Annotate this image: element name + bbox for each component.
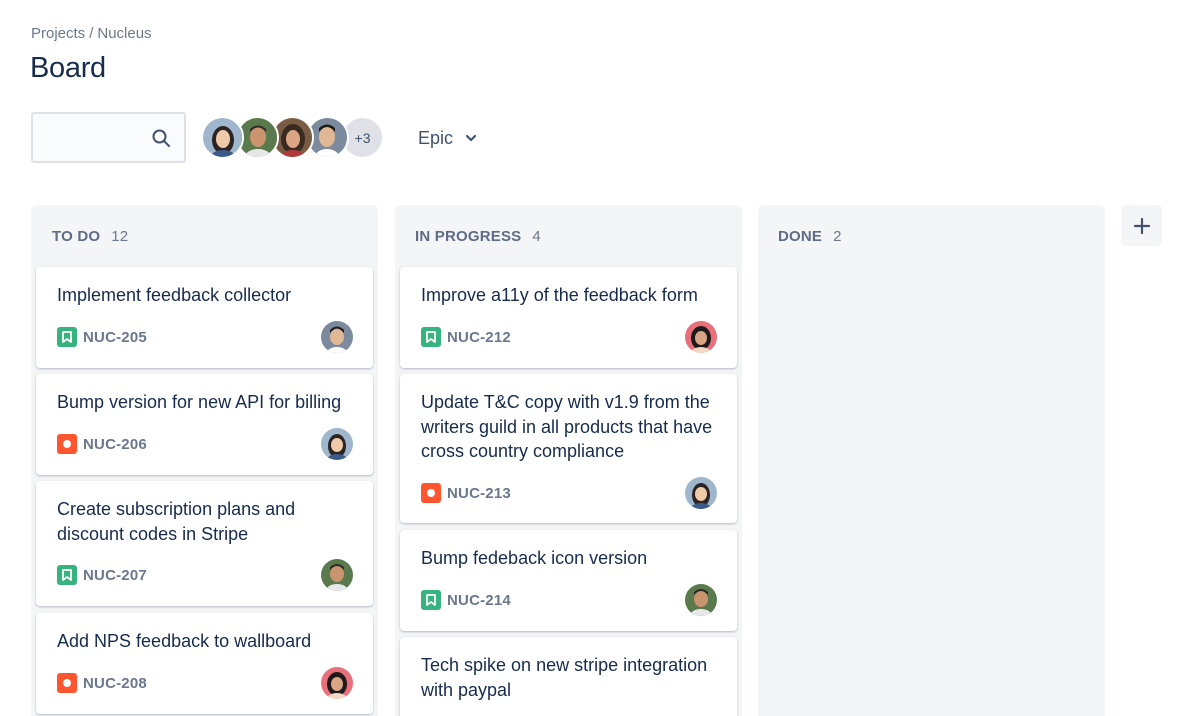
- epic-filter-dropdown[interactable]: Epic: [410, 120, 485, 156]
- card-assignee-avatar[interactable]: [685, 321, 717, 353]
- issue-key[interactable]: NUC-207: [83, 567, 147, 584]
- avatar-woman-icon: [685, 321, 717, 353]
- card-title: Bump version for new API for billing: [57, 392, 342, 412]
- avatar[interactable]: [201, 116, 244, 159]
- issue-key[interactable]: NUC-205: [83, 329, 147, 346]
- card-title: Improve a11y of the feedback form: [421, 285, 698, 305]
- card-assignee-avatar[interactable]: [685, 477, 717, 509]
- card-title: Create subscription plans and discount c…: [57, 499, 296, 544]
- card-meta: NUC-208: [57, 673, 147, 693]
- card-assignee-avatar[interactable]: [321, 667, 353, 699]
- issue-key[interactable]: NUC-208: [83, 675, 147, 692]
- card-assignee-avatar[interactable]: [321, 428, 353, 460]
- avatar-man-icon: [685, 584, 717, 616]
- card-title: Bump fedeback icon version: [421, 548, 648, 568]
- column-done: DONE 2: [758, 205, 1105, 716]
- issue-card[interactable]: Update T&C copy with v1.9 from the write…: [400, 374, 737, 523]
- column-header: DONE 2: [778, 228, 842, 245]
- column-header: IN PROGRESS 4: [415, 228, 541, 245]
- issue-card[interactable]: Implement feedback collector NUC-205: [36, 267, 373, 368]
- card-assignee-avatar[interactable]: [321, 559, 353, 591]
- page-title: Board: [30, 52, 106, 84]
- column-in-progress: IN PROGRESS 4 Improve a11y of the feedba…: [395, 205, 742, 716]
- breadcrumb-separator: /: [89, 25, 94, 42]
- search-box[interactable]: [31, 112, 186, 163]
- breadcrumb: Projects / Nucleus: [31, 25, 152, 42]
- issue-card[interactable]: Improve a11y of the feedback form NUC-21…: [400, 267, 737, 368]
- card-meta: NUC-207: [57, 565, 147, 585]
- search-input[interactable]: [41, 114, 151, 161]
- issue-card[interactable]: Tech spike on new stripe integration wit…: [400, 637, 737, 716]
- avatar-man-icon: [321, 321, 353, 353]
- card-meta: NUC-214: [421, 590, 511, 610]
- card-assignee-avatar[interactable]: [685, 584, 717, 616]
- plus-icon: [1133, 217, 1150, 234]
- card-title: Update T&C copy with v1.9 from the write…: [421, 392, 713, 461]
- story-icon: [421, 327, 441, 347]
- issue-card[interactable]: Create subscription plans and discount c…: [36, 481, 373, 606]
- avatar-woman-icon: [321, 667, 353, 699]
- card-meta: NUC-213: [421, 483, 511, 503]
- card-meta: NUC-212: [421, 327, 511, 347]
- avatar-man-icon: [321, 559, 353, 591]
- issue-card[interactable]: Bump version for new API for billing NUC…: [36, 374, 373, 475]
- card-title: Add NPS feedback to wallboard: [57, 631, 312, 651]
- issue-key[interactable]: NUC-212: [447, 329, 511, 346]
- add-column-button[interactable]: [1121, 205, 1162, 246]
- column-count: 2: [833, 228, 842, 245]
- issue-key[interactable]: NUC-213: [447, 485, 511, 502]
- column-header: TO DO 12: [52, 228, 128, 245]
- card-title: Tech spike on new stripe integration wit…: [421, 655, 708, 700]
- bug-icon: [57, 434, 77, 454]
- story-icon: [57, 327, 77, 347]
- column-todo: TO DO 12 Implement feedback collector NU…: [31, 205, 378, 716]
- issue-key[interactable]: NUC-206: [83, 436, 147, 453]
- breadcrumb-projects-link[interactable]: Projects: [31, 25, 85, 42]
- column-title: DONE: [778, 228, 823, 245]
- issue-card[interactable]: Bump fedeback icon version NUC-214: [400, 530, 737, 631]
- story-icon: [421, 590, 441, 610]
- board-page: Projects / Nucleus Board +3 Epic TO DO 1…: [0, 0, 1186, 716]
- story-icon: [57, 565, 77, 585]
- breadcrumb-project-link[interactable]: Nucleus: [97, 25, 151, 42]
- card-title: Implement feedback collector: [57, 285, 292, 305]
- column-count: 4: [532, 228, 541, 245]
- assignee-avatar-group: +3: [201, 116, 384, 159]
- card-meta: NUC-205: [57, 327, 147, 347]
- avatar-woman-icon: [203, 118, 242, 157]
- bug-icon: [57, 673, 77, 693]
- chevron-down-icon: [465, 134, 477, 142]
- column-title: IN PROGRESS: [415, 228, 522, 245]
- avatar-woman-icon: [685, 477, 717, 509]
- search-icon[interactable]: [151, 128, 171, 148]
- column-count: 12: [111, 228, 129, 245]
- bug-icon: [421, 483, 441, 503]
- epic-filter-label: Epic: [418, 127, 454, 148]
- avatar-woman-icon: [321, 428, 353, 460]
- card-assignee-avatar[interactable]: [321, 321, 353, 353]
- column-title: TO DO: [52, 228, 101, 245]
- card-meta: NUC-206: [57, 434, 147, 454]
- issue-card[interactable]: Add NPS feedback to wallboard NUC-208: [36, 613, 373, 714]
- issue-key[interactable]: NUC-214: [447, 592, 511, 609]
